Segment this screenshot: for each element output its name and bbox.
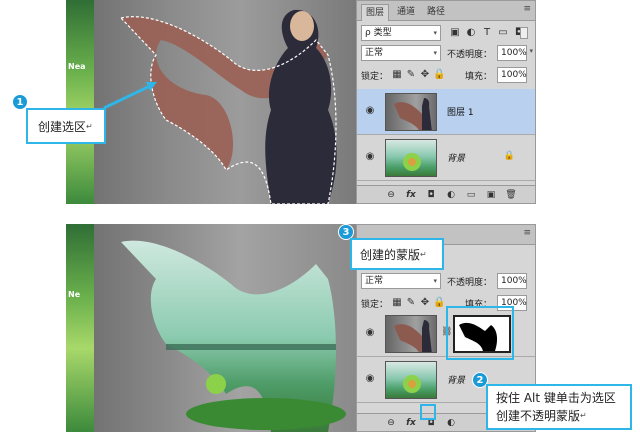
adjustment-layer-icon[interactable]: ◐: [445, 189, 457, 201]
add-mask-highlight: [420, 404, 436, 420]
blend-row: 正常 ▾ 不透明度： 100% ▾: [361, 45, 533, 63]
fill-input[interactable]: 100%: [497, 67, 527, 83]
add-mask-icon[interactable]: ◘: [425, 189, 437, 201]
panel-tabs: 图层 通道 路径 ≡: [357, 1, 535, 21]
panel-menu-icon[interactable]: ≡: [523, 228, 531, 238]
scene-fence: [166, 344, 336, 350]
layers-panel-top: 图层 通道 路径 ≡ ρ 类型 ▾ ▣ ◐ T ▭ ◘ 正常 ▾ 不透明度： 100…: [356, 0, 536, 204]
new-layer-icon[interactable]: ▣: [485, 189, 497, 201]
callout-2: 按住 Alt 键单击为选区 创建不透明蒙版 ↵: [486, 384, 632, 430]
layer-thumbnail: [385, 139, 437, 177]
layer-name[interactable]: 背景: [447, 373, 465, 386]
masked-composite: [121, 240, 346, 432]
layer-thumbnail: [385, 361, 437, 399]
adjustment-layer-icon[interactable]: ◐: [445, 417, 457, 429]
tab-paths[interactable]: 路径: [423, 4, 449, 21]
opacity-caret-icon[interactable]: ▾: [529, 47, 533, 55]
scene-grass: [186, 398, 346, 430]
fill-label: 填充：: [465, 72, 493, 82]
lock-move-icon[interactable]: ✥: [419, 69, 431, 81]
opacity-label: 不透明度：: [447, 50, 493, 60]
toggle-switch[interactable]: [520, 27, 528, 39]
lock-all-icon[interactable]: 🔒: [433, 69, 445, 81]
filter-row: ρ 类型 ▾ ▣ ◐ T ▭ ◘: [361, 25, 531, 43]
lock-brush-icon[interactable]: ✎: [405, 297, 417, 309]
visibility-eye-icon[interactable]: ◉: [363, 151, 377, 163]
layer-row-background[interactable]: ◉ 背景 🔒: [357, 135, 535, 181]
caret-icon: ▾: [433, 277, 437, 285]
blend-mode-select[interactable]: 正常 ▾: [361, 45, 441, 61]
lock-transparent-icon[interactable]: ▦: [391, 297, 403, 309]
link-layers-icon[interactable]: ⊖: [385, 189, 397, 201]
layer-name[interactable]: 背景: [447, 151, 465, 164]
callout-2-line2: 创建不透明蒙版 ↵: [496, 407, 630, 425]
panel-footer: ⊖ fx ◘ ◐ ▭ ▣ 🗑: [357, 185, 535, 203]
opacity-input[interactable]: 100%: [497, 273, 527, 289]
visibility-eye-icon[interactable]: ◉: [363, 327, 377, 339]
lock-all-icon[interactable]: 🔒: [433, 297, 445, 309]
callout-1-text: 创建选区: [38, 120, 87, 134]
callout-2-line2-text: 创建不透明蒙版: [496, 409, 581, 423]
return-mark: ↵: [420, 250, 427, 259]
fx-icon[interactable]: fx: [405, 417, 417, 429]
opacity-input[interactable]: 100%: [497, 45, 527, 61]
callout-2-line1: 按住 Alt 键单击为选区: [496, 391, 616, 405]
visibility-eye-icon[interactable]: ◉: [363, 373, 377, 385]
adjust-filter-icon[interactable]: ◐: [465, 27, 477, 39]
thumb-figure: [394, 320, 432, 352]
lock-icon: 🔒: [503, 151, 515, 161]
callout-1: 创建选区 ↵: [26, 108, 106, 144]
caret-icon: ▾: [433, 29, 437, 37]
link-layers-icon[interactable]: ⊖: [385, 417, 397, 429]
lock-row: 锁定： ▦ ✎ ✥ 🔒 填充： 100%: [361, 67, 531, 85]
thumb-apple: [403, 375, 421, 393]
return-mark: ↵: [86, 122, 93, 131]
bottom-canvas[interactable]: Ne: [66, 224, 356, 432]
thumb-apple: [403, 153, 421, 171]
panel-menu-icon[interactable]: ≡: [523, 4, 531, 14]
lock-label: 锁定：: [361, 72, 389, 82]
group-icon[interactable]: ▭: [465, 189, 477, 201]
callout-3: 创建的蒙版 ↵: [350, 238, 444, 270]
blend-value: 正常: [365, 48, 384, 58]
blend-row: 正常 ▾ 不透明度： 100%: [361, 273, 531, 291]
type-filter-icon[interactable]: T: [481, 27, 493, 39]
layer-thumbnail: [385, 315, 437, 353]
trash-icon[interactable]: 🗑: [505, 189, 517, 201]
model-photo: [119, 9, 337, 204]
layer-name[interactable]: 图层 1: [447, 105, 474, 118]
visibility-eye-icon[interactable]: ◉: [363, 105, 377, 117]
tab-channels[interactable]: 通道: [393, 4, 419, 21]
callout-3-text: 创建的蒙版: [360, 248, 421, 262]
lock-move-icon[interactable]: ✥: [419, 297, 431, 309]
caret-icon: ▾: [433, 49, 437, 57]
layer-row-layer1[interactable]: ◉ 图层 1: [357, 89, 535, 135]
blend-value: 正常: [365, 276, 384, 286]
scene-apple: [206, 374, 226, 394]
filter-value: ρ 类型: [365, 28, 392, 38]
shape-filter-icon[interactable]: ▭: [497, 27, 509, 39]
blend-mode-select[interactable]: 正常 ▾: [361, 273, 441, 289]
pixel-filter-icon[interactable]: ▣: [449, 27, 461, 39]
mask-highlight: [446, 306, 514, 360]
return-mark: ↵: [580, 411, 587, 420]
top-canvas[interactable]: Nea: [66, 0, 356, 204]
layer-thumbnail: [385, 93, 437, 131]
tab-layers[interactable]: 图层: [361, 4, 390, 21]
thumb-figure: [394, 98, 432, 130]
layer-filter-select[interactable]: ρ 类型 ▾: [361, 25, 441, 41]
lock-transparent-icon[interactable]: ▦: [391, 69, 403, 81]
lock-label: 锁定：: [361, 300, 389, 310]
model-face: [290, 11, 314, 41]
lock-brush-icon[interactable]: ✎: [405, 69, 417, 81]
fx-icon[interactable]: fx: [405, 189, 417, 201]
opacity-label: 不透明度：: [447, 278, 493, 288]
